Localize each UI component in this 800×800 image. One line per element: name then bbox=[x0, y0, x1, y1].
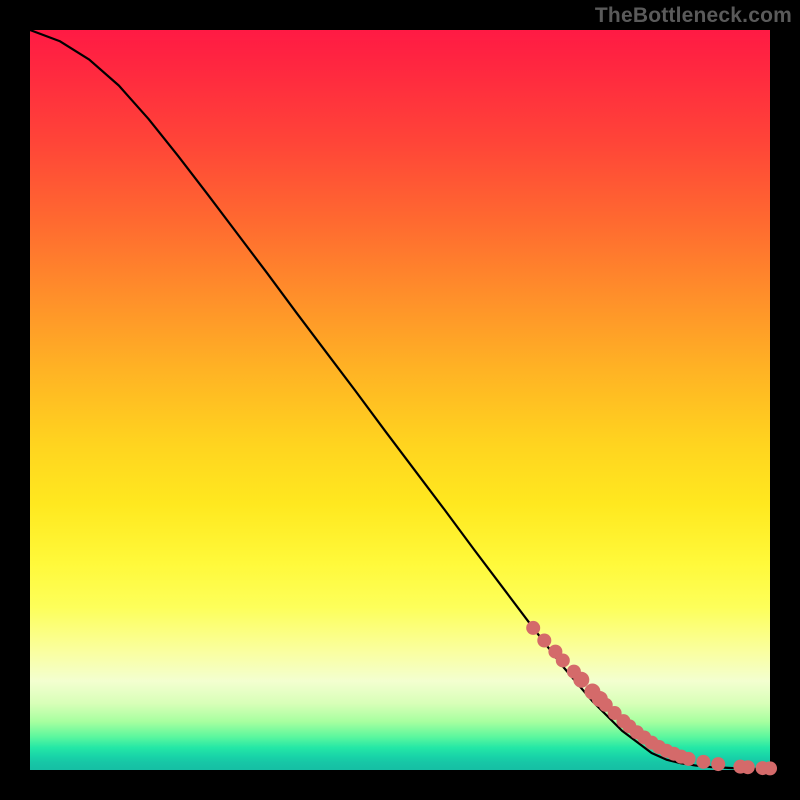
highlight-dot bbox=[682, 752, 696, 766]
plot-area bbox=[30, 30, 770, 770]
highlight-dot bbox=[537, 634, 551, 648]
highlight-dot bbox=[696, 755, 710, 769]
highlight-dot bbox=[741, 760, 755, 774]
highlight-dot bbox=[556, 653, 570, 667]
highlight-dot bbox=[763, 761, 777, 775]
highlight-dot bbox=[711, 757, 725, 771]
bottleneck-curve bbox=[30, 30, 770, 769]
attribution-text: TheBottleneck.com bbox=[595, 4, 792, 28]
highlight-dot bbox=[526, 621, 540, 635]
chart-svg bbox=[30, 30, 770, 770]
chart-frame: TheBottleneck.com bbox=[0, 0, 800, 800]
highlight-dot bbox=[573, 672, 589, 688]
